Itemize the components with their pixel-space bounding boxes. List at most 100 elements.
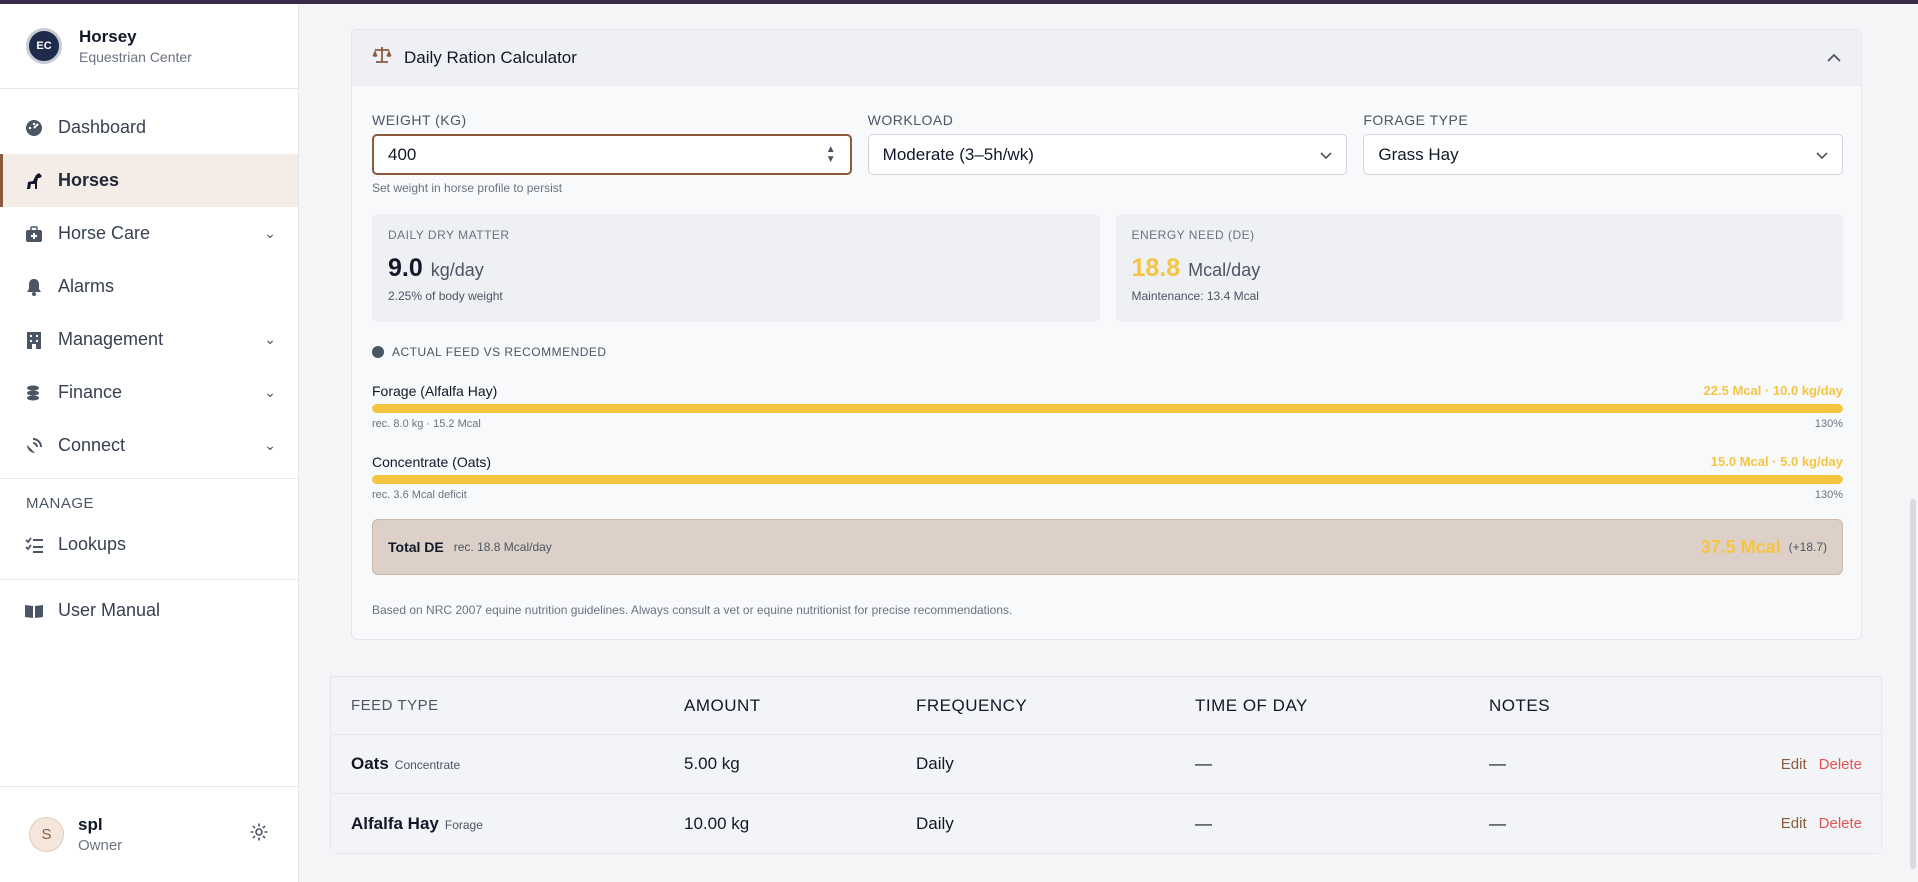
nav-label-finance: Finance xyxy=(58,382,123,402)
total-de-value: 37.5 Mcal xyxy=(1700,536,1781,557)
header-amount[interactable]: AMOUNT xyxy=(684,696,761,716)
nav-item-finance[interactable]: Finance ⌄ xyxy=(0,366,298,419)
workload-select[interactable]: Moderate (3–5h/wk) xyxy=(867,134,1348,175)
chevron-down-icon: ⌄ xyxy=(264,331,276,347)
nav-item-user-manual[interactable]: User Manual xyxy=(0,584,298,637)
nav-label-connect: Connect xyxy=(58,435,126,455)
brand-name: Horsey xyxy=(79,27,137,46)
horse-icon xyxy=(24,171,44,191)
ration-calculator-card: Daily Ration Calculator WEIGHT (KG) 400 … xyxy=(351,29,1862,640)
comparison-icon xyxy=(372,346,384,358)
comparison-heading: ACTUAL FEED VS RECOMMENDED xyxy=(372,345,607,359)
forage-type-select-value: Grass Hay xyxy=(1378,144,1459,164)
nav-item-lookups[interactable]: Lookups xyxy=(0,518,298,571)
total-de-panel: Total DE rec. 18.8 Mcal/day 37.5 Mcal (+… xyxy=(372,519,1843,575)
book-icon xyxy=(24,601,44,621)
weight-label: WEIGHT (KG) xyxy=(372,112,467,128)
feed-notes: — xyxy=(1489,813,1506,833)
energy-need-sub: Maintenance: 13.4 Mcal xyxy=(1131,289,1259,303)
dry-matter-stat: DAILY DRY MATTER 9.0 kg/day 2.25% of bod… xyxy=(372,214,1100,322)
workload-label: WORKLOAD xyxy=(867,112,954,128)
header-notes[interactable]: NOTES xyxy=(1489,696,1550,716)
delete-button[interactable]: Delete xyxy=(1819,815,1862,832)
workload-select-value: Moderate (3–5h/wk) xyxy=(882,144,1034,164)
forage-progress-fill xyxy=(372,404,1843,413)
feed-frequency: Daily xyxy=(916,813,954,833)
calculator-stats: DAILY DRY MATTER 9.0 kg/day 2.25% of bod… xyxy=(372,214,1843,322)
chevron-down-icon: ⌄ xyxy=(264,437,276,453)
nav-label-horses: Horses xyxy=(58,170,120,190)
chevron-down-icon: ⌄ xyxy=(264,225,276,241)
scale-balance-icon xyxy=(372,46,392,69)
nav-item-dashboard[interactable]: Dashboard xyxy=(0,101,298,154)
forage-type-label: FORAGE TYPE xyxy=(1363,112,1469,128)
feed-name: Oats xyxy=(351,754,389,773)
total-de-diff: (+18.7) xyxy=(1788,540,1827,554)
number-stepper-icon[interactable]: ▲ ▼ xyxy=(826,144,836,165)
feed-notes: — xyxy=(1489,754,1506,773)
weight-input[interactable]: 400 ▲ ▼ xyxy=(372,134,852,175)
calculator-title: Daily Ration Calculator xyxy=(404,47,577,67)
dry-matter-sub: 2.25% of body weight xyxy=(388,289,503,303)
brand[interactable]: EC Horsey Equestrian Center xyxy=(0,4,298,89)
weight-input-value: 400 xyxy=(388,144,417,164)
nav-item-alarms[interactable]: Alarms xyxy=(0,260,298,313)
user-role: Owner xyxy=(78,837,123,854)
forage-type-select[interactable]: Grass Hay xyxy=(1363,134,1844,175)
forage-bar-value: 22.5 Mcal · 10.0 kg/day xyxy=(1703,383,1843,398)
feed-name: Alfalfa Hay xyxy=(351,813,439,833)
edit-button[interactable]: Edit xyxy=(1781,756,1807,773)
nav-label-horse-care: Horse Care xyxy=(58,223,151,243)
forage-bar: Forage (Alfalfa Hay) 22.5 Mcal · 10.0 kg… xyxy=(372,383,1843,430)
table-row: Alfalfa Hay Forage 10.00 kg Daily — — Ed… xyxy=(331,794,1881,853)
header-time-of-day[interactable]: TIME OF DAY xyxy=(1195,696,1308,716)
dry-matter-unit: kg/day xyxy=(430,260,484,280)
concentrate-bar-percent: 130% xyxy=(1814,489,1843,501)
header-frequency[interactable]: FREQUENCY xyxy=(916,696,1027,716)
concentrate-bar-value: 15.0 Mcal · 5.0 kg/day xyxy=(1710,454,1843,469)
nav-label-alarms: Alarms xyxy=(58,276,115,296)
nav-label-dashboard: Dashboard xyxy=(58,117,147,137)
nav-label-management: Management xyxy=(58,329,164,349)
total-de-label: Total DE xyxy=(388,539,444,555)
chevron-down-icon: ⌄ xyxy=(264,384,276,400)
weight-hint: Set weight in horse profile to persist xyxy=(372,181,563,195)
forage-bar-name: Forage (Alfalfa Hay) xyxy=(372,383,498,399)
gear-icon[interactable] xyxy=(249,822,269,847)
energy-need-label: ENERGY NEED (DE) xyxy=(1131,228,1255,242)
coins-icon xyxy=(24,383,44,403)
scrollbar[interactable] xyxy=(1910,499,1916,869)
feed-category: Concentrate xyxy=(394,758,461,772)
chevron-down-icon xyxy=(1816,145,1828,165)
feed-time: — xyxy=(1195,754,1212,773)
medical-kit-icon xyxy=(24,224,44,244)
calculator-header[interactable]: Daily Ration Calculator xyxy=(352,30,1861,86)
user-name: spl xyxy=(78,815,103,834)
forage-bar-percent: 130% xyxy=(1814,418,1843,430)
calculator-inputs: WEIGHT (KG) 400 ▲ ▼ Set weight in horse p… xyxy=(372,112,1844,195)
bell-icon xyxy=(24,277,44,297)
main-content: Daily Ration Calculator WEIGHT (KG) 400 … xyxy=(299,4,1918,882)
disclaimer: Based on NRC 2007 equine nutrition guide… xyxy=(372,603,1013,617)
concentrate-progress-fill xyxy=(372,475,1843,484)
gauge-icon xyxy=(24,118,44,138)
dry-matter-value: 9.0 xyxy=(388,254,423,282)
main-nav: Dashboard Horses Horse Care ⌄ Alarms Man… xyxy=(0,89,298,637)
nav-item-horses[interactable]: Horses xyxy=(0,154,298,207)
building-icon xyxy=(24,330,44,350)
chevron-up-icon[interactable] xyxy=(1827,50,1841,66)
forage-bar-rec: rec. 8.0 kg · 15.2 Mcal xyxy=(372,418,481,430)
edit-button[interactable]: Edit xyxy=(1781,815,1807,832)
delete-button[interactable]: Delete xyxy=(1819,756,1862,773)
nav-item-management[interactable]: Management ⌄ xyxy=(0,313,298,366)
feed-amount: 5.00 kg xyxy=(684,754,740,773)
user-profile[interactable]: S spl Owner xyxy=(0,786,299,882)
comparison-title: ACTUAL FEED VS RECOMMENDED xyxy=(392,345,607,359)
table-header: FEED TYPE AMOUNT FREQUENCY TIME OF DAY N… xyxy=(331,677,1881,735)
section-label-manage: MANAGE xyxy=(0,478,298,518)
header-feed-type[interactable]: FEED TYPE xyxy=(351,697,439,714)
concentrate-bar-name: Concentrate (Oats) xyxy=(372,454,492,470)
feed-table: FEED TYPE AMOUNT FREQUENCY TIME OF DAY N… xyxy=(330,676,1882,854)
nav-item-horse-care[interactable]: Horse Care ⌄ xyxy=(0,207,298,260)
nav-item-connect[interactable]: Connect ⌄ xyxy=(0,419,298,472)
